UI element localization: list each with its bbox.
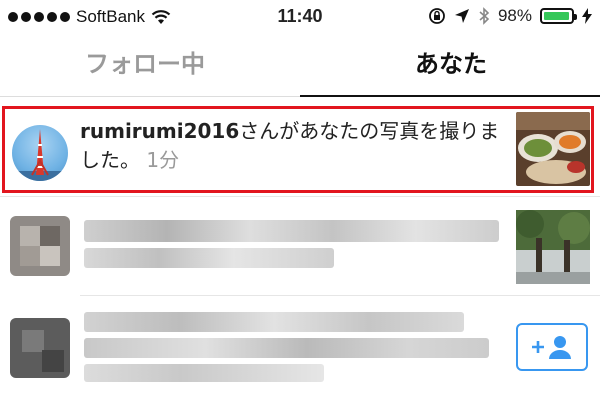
pixelated-text-line [84, 248, 334, 268]
add-person-icon [532, 336, 571, 359]
active-tab-indicator [300, 95, 600, 97]
follow-button[interactable] [516, 323, 588, 371]
rotation-lock-icon [429, 8, 445, 24]
notification-time: 1分 [146, 148, 180, 172]
location-arrow-icon [454, 9, 469, 23]
battery-icon [540, 8, 577, 24]
battery-percent: 98% [497, 6, 532, 25]
pixelated-text-line [84, 312, 464, 332]
notification-username[interactable]: rumirumi2016 [80, 119, 239, 143]
charging-bolt-icon [582, 8, 592, 24]
activity-tabs: フォロー中 あなた [0, 34, 600, 102]
pixelated-text-line [84, 338, 489, 358]
bluetooth-icon [479, 7, 490, 25]
pixelated-avatar [10, 318, 70, 378]
pixelated-text-line [84, 364, 324, 382]
pixelated-avatar [10, 216, 70, 276]
notification-row-pixelated[interactable] [0, 200, 600, 295]
follow-row-pixelated[interactable] [0, 298, 600, 400]
row-separator [0, 196, 600, 197]
street-photo-icon[interactable] [516, 210, 590, 284]
tab-you[interactable]: あなた [415, 44, 487, 79]
tab-following[interactable]: フォロー中 [85, 44, 205, 79]
status-right: 98% [428, 6, 592, 26]
food-photo-icon[interactable] [516, 112, 590, 186]
tower-avatar-icon[interactable] [12, 125, 68, 181]
notification-text: rumirumi2016さんがあなたの写真を撮りました。 1分 [80, 117, 505, 175]
row-separator [80, 295, 600, 296]
notification-row[interactable]: rumirumi2016さんがあなたの写真を撮りました。 1分 [0, 103, 600, 196]
pixelated-text-line [84, 220, 499, 242]
status-bar: SoftBank 11:40 98% [0, 0, 600, 34]
